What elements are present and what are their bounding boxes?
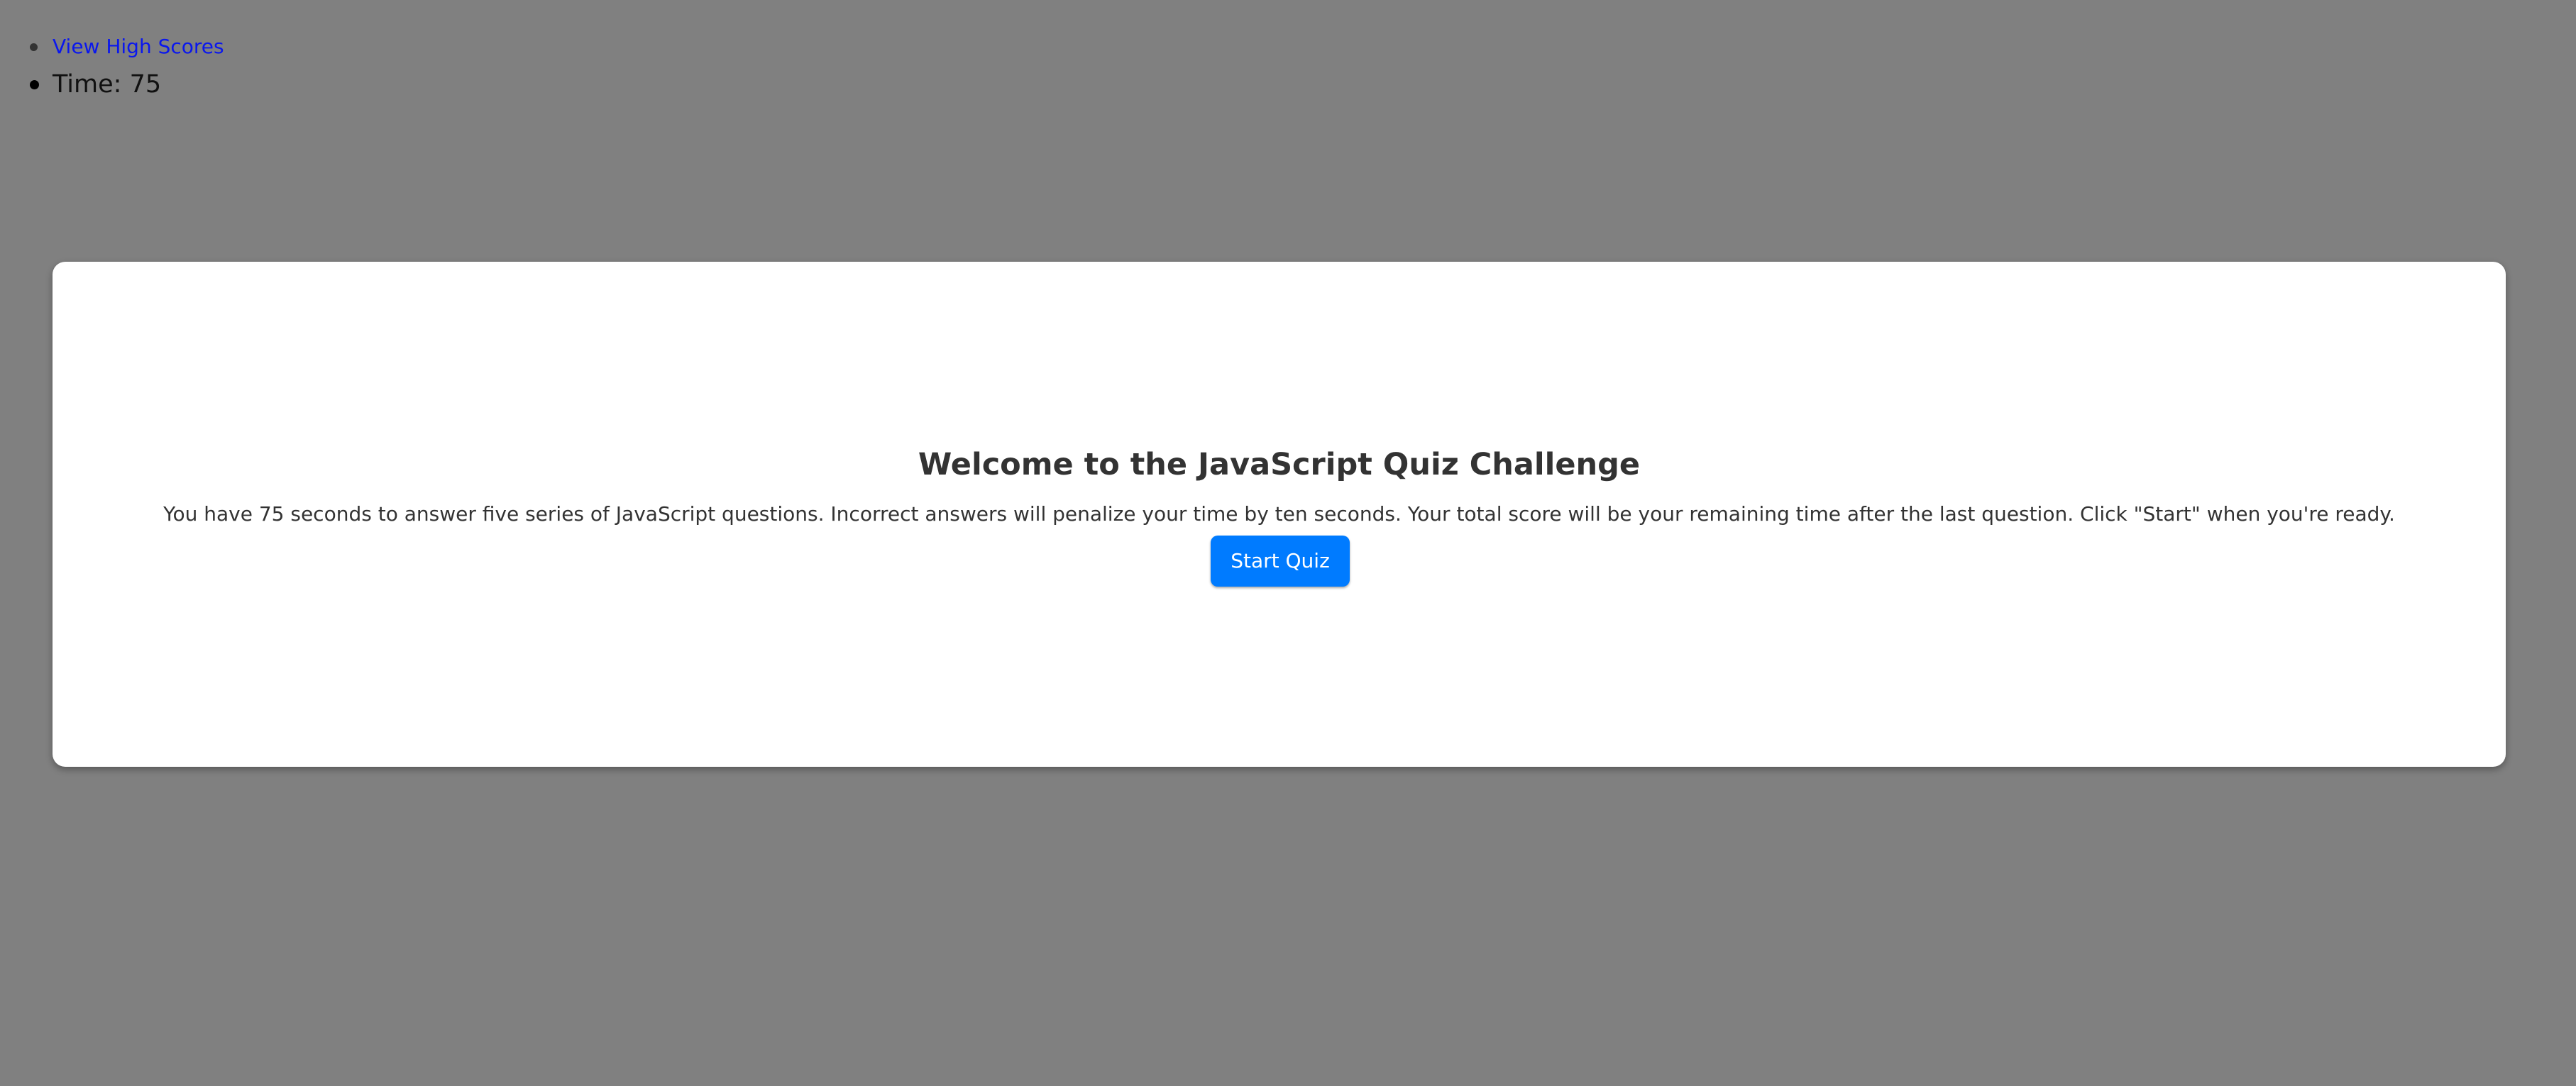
nav-item-high-scores: View High Scores — [30, 32, 224, 62]
timer-text: Time: 75 — [53, 70, 162, 99]
nav-item-timer: Time: 75 — [30, 67, 162, 102]
quiz-title: Welcome to the JavaScript Quiz Challenge — [918, 447, 1641, 482]
list-bullet — [30, 80, 39, 89]
list-bullet — [30, 43, 38, 51]
view-high-scores-link[interactable]: View High Scores — [53, 35, 224, 58]
start-quiz-button[interactable]: Start Quiz — [1211, 536, 1350, 587]
quiz-start-card: Welcome to the JavaScript Quiz Challenge… — [53, 262, 2506, 767]
quiz-description: You have 75 seconds to answer five serie… — [163, 502, 2395, 526]
